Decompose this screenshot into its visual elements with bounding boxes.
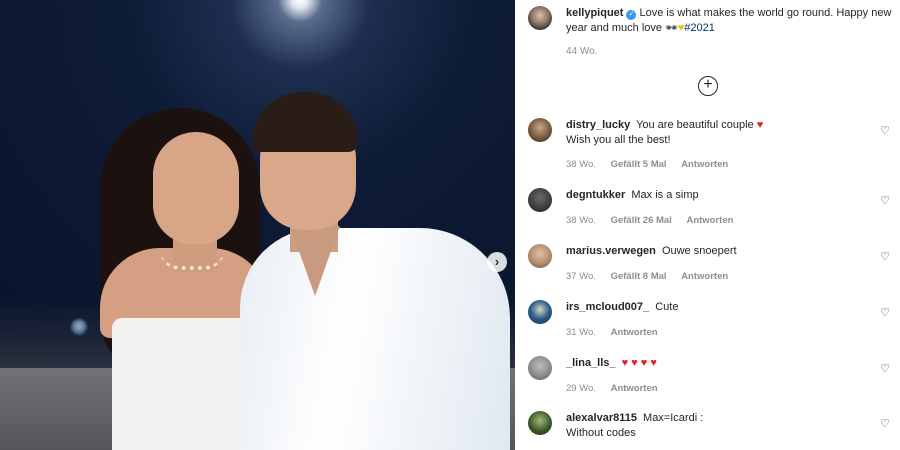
sunglasses-emoji-icon: 🕶: [665, 23, 678, 34]
comment-username[interactable]: alexalvar8115: [566, 412, 637, 424]
comment-text: Max=Icardi :: [643, 412, 704, 424]
comment-item: irs_mcloud007_ Cute 31 Wo. Antworten ♡: [528, 300, 893, 350]
avatar[interactable]: [528, 6, 552, 30]
avatar[interactable]: [528, 356, 552, 380]
comment-text: Max is a simp: [631, 189, 699, 201]
reply-button[interactable]: Antworten: [611, 383, 658, 394]
avatar[interactable]: [528, 411, 552, 435]
reply-button[interactable]: Antworten: [681, 159, 728, 170]
comment-item: _lina_lls_ ♥ ♥ ♥ ♥ 29 Wo. Antworten ♡: [528, 356, 893, 406]
avatar[interactable]: [528, 118, 552, 142]
red-heart-emoji-icon: ♥: [756, 119, 764, 131]
reply-button[interactable]: Antworten: [611, 327, 658, 338]
comment-username[interactable]: degntukker: [566, 189, 625, 201]
plus-circle-icon: +: [703, 76, 713, 93]
like-heart-icon[interactable]: ♡: [880, 250, 890, 263]
reply-button[interactable]: Antworten: [686, 215, 733, 226]
verified-badge-icon: ✓: [626, 10, 637, 20]
caption-timestamp[interactable]: 44 Wo.: [566, 46, 598, 57]
post-photo: ›: [0, 0, 515, 450]
comment-text: You are beautiful couple: [636, 119, 754, 131]
comment-item: degntukker Max is a simp 38 Wo. Gefällt …: [528, 188, 893, 238]
red-heart-emoji-icon: ♥ ♥ ♥ ♥: [621, 357, 657, 369]
like-heart-icon[interactable]: ♡: [880, 362, 890, 375]
comments-panel: kellypiquet ✓ Love is what makes the world…: [515, 0, 900, 450]
comment-timestamp[interactable]: 29 Wo.: [566, 383, 596, 394]
comment-text: Cute: [655, 301, 679, 313]
reply-button[interactable]: Antworten: [681, 271, 728, 282]
comment-text: Without codes: [566, 427, 636, 439]
comment-timestamp[interactable]: 38 Wo.: [566, 215, 596, 226]
woman-face: [153, 132, 239, 244]
man-hair: [252, 92, 358, 152]
avatar[interactable]: [528, 300, 552, 324]
comment-username[interactable]: marius.verwegen: [566, 245, 656, 257]
comment-text: Wish you all the best!: [566, 134, 671, 146]
man-shirt: [240, 228, 510, 450]
comment-username[interactable]: _lina_lls_: [566, 357, 616, 369]
comment-username[interactable]: distry_lucky: [566, 119, 630, 131]
comment-item: marius.verwegen Ouwe snoepert 37 Wo. Gef…: [528, 244, 893, 294]
like-heart-icon[interactable]: ♡: [880, 124, 890, 137]
avatar[interactable]: [528, 244, 552, 268]
comment-item: alexalvar8115 Max=Icardi : Without codes…: [528, 411, 893, 450]
load-more-comments-button[interactable]: +: [698, 76, 718, 96]
hashtag-link[interactable]: #2021: [684, 22, 715, 34]
like-heart-icon[interactable]: ♡: [880, 306, 890, 319]
avatar[interactable]: [528, 188, 552, 212]
caption-username[interactable]: kellypiquet: [566, 7, 623, 19]
comment-timestamp[interactable]: 37 Wo.: [566, 271, 596, 282]
comment-likes[interactable]: Gefällt 26 Mal: [611, 215, 672, 226]
necklace: [160, 250, 224, 270]
like-heart-icon[interactable]: ♡: [880, 417, 890, 430]
comment-timestamp[interactable]: 31 Wo.: [566, 327, 596, 338]
comment-username[interactable]: irs_mcloud007_: [566, 301, 649, 313]
comment-likes[interactable]: Gefällt 5 Mal: [611, 159, 667, 170]
comment-text: Ouwe snoepert: [661, 245, 737, 257]
comment-likes[interactable]: Gefällt 8 Mal: [611, 271, 667, 282]
comment-item: distry_lucky You are beautiful couple ♥ …: [528, 118, 893, 170]
comment-timestamp[interactable]: 38 Wo.: [566, 159, 596, 170]
like-heart-icon[interactable]: ♡: [880, 194, 890, 207]
chevron-right-icon[interactable]: ›: [487, 252, 507, 272]
